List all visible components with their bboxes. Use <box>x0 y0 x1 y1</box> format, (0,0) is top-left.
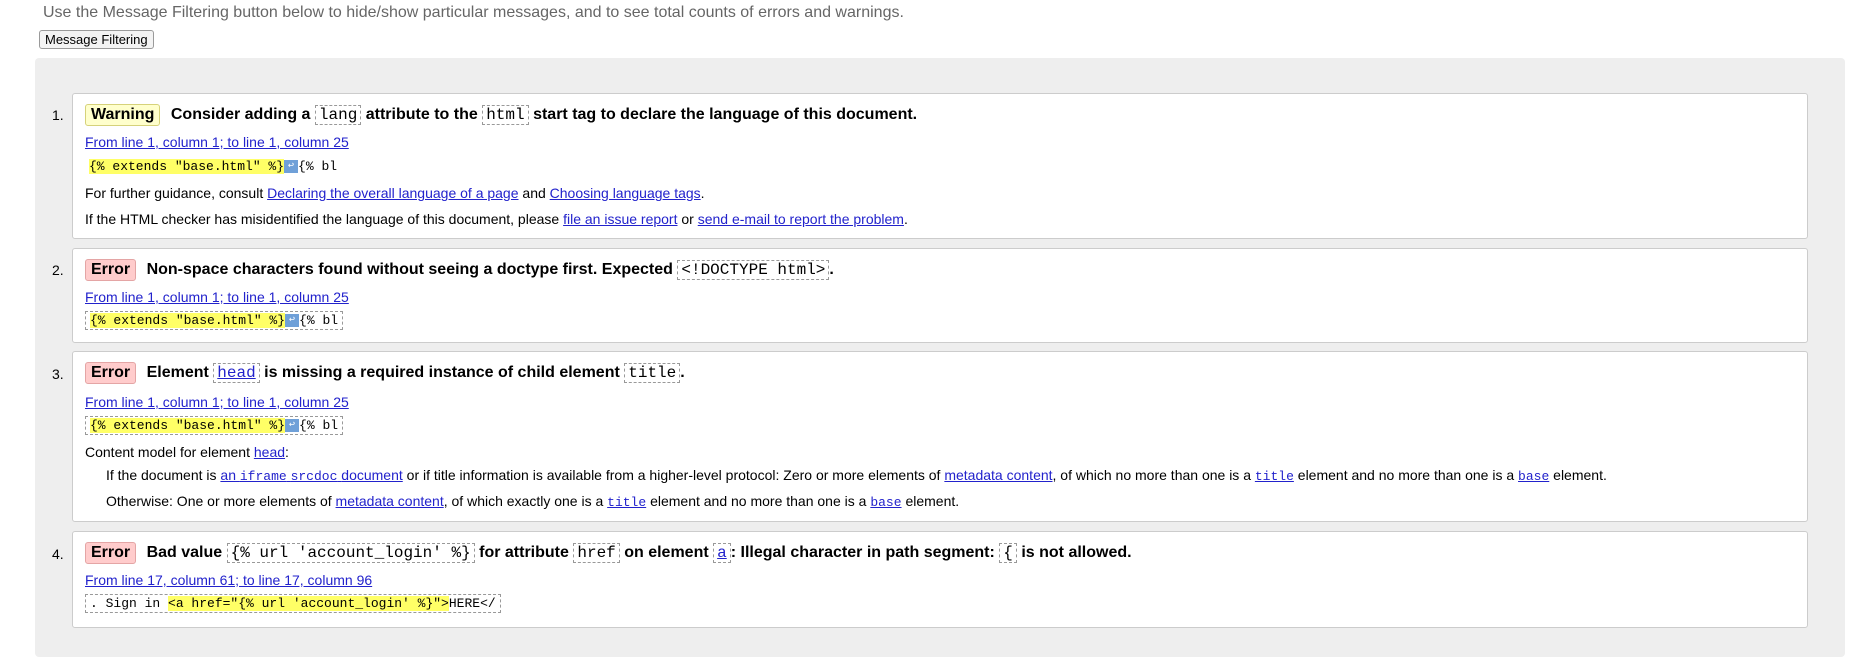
heading-text: on element <box>624 544 709 561</box>
title-element-link[interactable]: title <box>607 495 646 510</box>
content-model-head-link[interactable]: head <box>254 444 285 460</box>
location-link[interactable]: From line 1, column 1; to line 1, column… <box>85 289 349 305</box>
location-link[interactable]: From line 1, column 1; to line 1, column… <box>85 134 349 150</box>
message-error-doctype: Error Non-space characters found without… <box>72 248 1808 343</box>
code-title: title <box>624 363 681 383</box>
metadata-content-link[interactable]: metadata content <box>944 467 1052 483</box>
code-html: html <box>482 105 529 125</box>
location-link[interactable]: From line 17, column 61; to line 17, col… <box>85 572 372 588</box>
message-number: 2. <box>52 262 64 278</box>
error-badge: Error <box>85 259 137 281</box>
source-tail: {% bl <box>298 159 338 174</box>
source-tail: {% bl <box>299 313 339 328</box>
code-doctype: <!DOCTYPE html> <box>677 260 830 280</box>
message-number: 4. <box>52 546 64 562</box>
heading-text: : Illegal character in path segment: <box>730 544 995 561</box>
element-head-link[interactable]: head <box>213 363 260 383</box>
link-send-email[interactable]: send e-mail to report the problem <box>698 211 904 227</box>
heading-text: for attribute <box>479 544 569 561</box>
highlighted-source: {% extends "base.html" %} <box>89 159 285 174</box>
message-heading: Error Element head is missing a required… <box>85 362 685 384</box>
message-heading: Error Bad value {% url 'account_login' %… <box>85 542 1132 564</box>
line-feed-icon: ↩ <box>284 160 299 174</box>
heading-text: attribute to the <box>365 106 478 123</box>
message-error-bad-value: Error Bad value {% url 'account_login' %… <box>72 531 1808 628</box>
message-heading: Error Non-space characters found without… <box>85 259 834 281</box>
message-heading: Warning Consider adding a lang attribute… <box>85 104 917 126</box>
location-link[interactable]: From line 1, column 1; to line 1, column… <box>85 394 349 410</box>
heading-text: Bad value <box>146 544 223 561</box>
iframe-srcdoc-link[interactable]: an iframe srcdoc document <box>220 467 402 484</box>
line-feed-icon: ↩ <box>285 419 300 433</box>
warning-badge: Warning <box>85 104 161 126</box>
heading-text: Element <box>146 364 209 381</box>
base-element-link[interactable]: base <box>1518 469 1549 484</box>
code-lang: lang <box>314 105 362 125</box>
intro-text: Use the Message Filtering button below t… <box>43 4 904 21</box>
metadata-content-link[interactable]: metadata content <box>336 493 444 509</box>
guidance-text: For further guidance, consult Declaring … <box>85 185 705 201</box>
source-extract: {% extends "base.html" %} ↩ {% bl <box>85 416 344 435</box>
content-model-heading: Content model for element head: <box>85 444 289 460</box>
message-error-head-title: Error Element head is missing a required… <box>72 351 1808 522</box>
source-extract: {% extends "base.html" %} ↩ {% bl <box>85 311 344 330</box>
code-bad-value: {% url 'account_login' %} <box>226 543 475 563</box>
content-model-rule-2: Otherwise: One or more elements of metad… <box>106 493 960 510</box>
error-badge: Error <box>85 362 137 384</box>
title-element-link[interactable]: title <box>1255 469 1294 484</box>
source-tail: HERE</ <box>448 596 496 611</box>
code-brace: { <box>999 543 1017 563</box>
content-model-rule-1: If the document is an iframe srcdoc docu… <box>106 467 1607 484</box>
message-filtering-button[interactable]: Message Filtering <box>39 30 154 49</box>
message-number: 1. <box>52 107 64 123</box>
highlighted-source: {% extends "base.html" %} <box>90 313 286 328</box>
source-prefix: . Sign in <box>90 596 169 611</box>
link-file-issue[interactable]: file an issue report <box>563 211 677 227</box>
source-extract: {% extends "base.html" %} ↩ {% bl <box>85 157 341 175</box>
highlighted-source: <a href="{% url 'account_login' %}"> <box>168 596 449 611</box>
link-declaring-language[interactable]: Declaring the overall language of a page <box>267 185 518 201</box>
line-feed-icon: ↩ <box>285 314 300 328</box>
highlighted-source: {% extends "base.html" %} <box>90 418 286 433</box>
message-number: 3. <box>52 366 64 382</box>
message-warning-lang: Warning Consider adding a lang attribute… <box>72 93 1808 239</box>
error-badge: Error <box>85 542 137 564</box>
heading-text: Consider adding a <box>170 106 311 123</box>
heading-text: is missing a required instance of child … <box>264 364 620 381</box>
source-tail: {% bl <box>299 418 339 433</box>
heading-text: start tag to declare the language of thi… <box>533 106 918 123</box>
code-href: href <box>573 543 620 563</box>
heading-text: is not allowed. <box>1021 544 1132 561</box>
element-a-link[interactable]: a <box>713 543 731 563</box>
source-extract: . Sign in <a href="{% url 'account_login… <box>85 594 501 613</box>
heading-text: Non-space characters found without seein… <box>146 261 673 278</box>
misidentified-text: If the HTML checker has misidentified th… <box>85 211 908 227</box>
link-choosing-language-tags[interactable]: Choosing language tags <box>550 185 701 201</box>
base-element-link[interactable]: base <box>870 495 901 510</box>
